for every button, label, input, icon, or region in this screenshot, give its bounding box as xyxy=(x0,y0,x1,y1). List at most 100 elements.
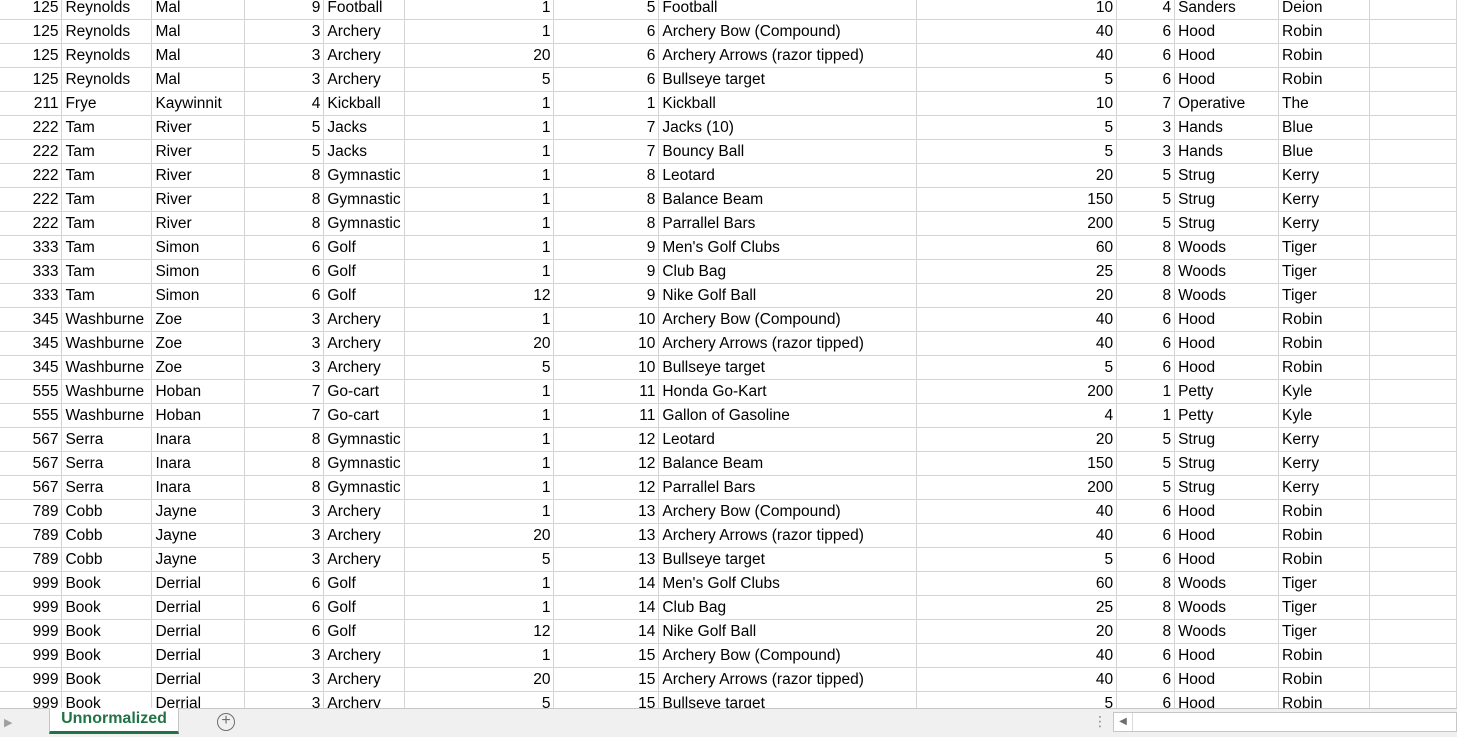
cell-col-coach-last[interactable]: Strug xyxy=(1174,475,1280,500)
cell-col-id[interactable]: 222 xyxy=(0,211,63,236)
cell-col-last-name[interactable]: Reynolds xyxy=(61,0,153,20)
cell-col-first-name[interactable]: Inara xyxy=(151,427,246,452)
cell-col-last-name[interactable]: Tam xyxy=(61,139,153,164)
cell-col-sport[interactable]: Kickball xyxy=(323,91,405,116)
cell-col-id[interactable]: 999 xyxy=(0,571,63,596)
cell-col-sport-id[interactable]: 3 xyxy=(244,67,325,92)
cell-col-coach-first[interactable]: Robin xyxy=(1278,43,1370,68)
cell-col-sport-id[interactable]: 8 xyxy=(244,163,325,188)
cell-col-item[interactable]: Archery Bow (Compound) xyxy=(658,19,918,44)
cell-col-first-name[interactable]: Derrial xyxy=(151,595,246,620)
cell-empty[interactable] xyxy=(1369,235,1457,260)
cell-col-coach-last[interactable]: Hood xyxy=(1174,331,1280,356)
cell-col-coach-last[interactable]: Hood xyxy=(1174,307,1280,332)
cell-col-price[interactable]: 5 xyxy=(916,547,1118,572)
cell-col-qty[interactable]: 1 xyxy=(404,91,555,116)
cell-col-price[interactable]: 60 xyxy=(916,235,1118,260)
cell-col-sport-id[interactable]: 6 xyxy=(244,619,325,644)
cell-col-coach-last[interactable]: Woods xyxy=(1174,259,1280,284)
sheet-tab-unnormalized[interactable]: Unnormalized xyxy=(49,708,179,734)
cell-col-order-id[interactable]: 10 xyxy=(553,331,660,356)
cell-col-sport[interactable]: Jacks xyxy=(323,139,405,164)
cell-col-price[interactable]: 150 xyxy=(916,187,1118,212)
cell-col-order-id[interactable]: 13 xyxy=(553,523,660,548)
cell-col-coach-last[interactable]: Strug xyxy=(1174,187,1280,212)
cell-col-qty[interactable]: 1 xyxy=(404,451,555,476)
cell-col-last-name[interactable]: Cobb xyxy=(61,523,153,548)
cell-col-sport[interactable]: Gymnastic xyxy=(323,475,405,500)
cell-empty[interactable] xyxy=(1369,43,1457,68)
cell-col-price[interactable]: 20 xyxy=(916,283,1118,308)
cell-col-order-id[interactable]: 8 xyxy=(553,187,660,212)
cell-col-id[interactable]: 222 xyxy=(0,139,63,164)
cell-col-price[interactable]: 20 xyxy=(916,427,1118,452)
cell-col-qty[interactable]: 1 xyxy=(404,235,555,260)
cell-empty[interactable] xyxy=(1369,187,1457,212)
cell-col-price[interactable]: 20 xyxy=(916,163,1118,188)
cell-col-coach-first[interactable]: Tiger xyxy=(1278,283,1370,308)
cell-col-price[interactable]: 25 xyxy=(916,595,1118,620)
cell-col-first-name[interactable]: Mal xyxy=(151,0,246,20)
cell-col-sport-id[interactable]: 3 xyxy=(244,307,325,332)
cell-empty[interactable] xyxy=(1369,643,1457,668)
cell-col-item[interactable]: Archery Arrows (razor tipped) xyxy=(658,331,918,356)
cell-col-order-id[interactable]: 6 xyxy=(553,43,660,68)
cell-col-first-name[interactable]: Jayne xyxy=(151,499,246,524)
cell-col-price[interactable]: 40 xyxy=(916,667,1118,692)
cell-col-coach-id[interactable]: 6 xyxy=(1116,499,1176,524)
cell-empty[interactable] xyxy=(1369,619,1457,644)
cell-col-last-name[interactable]: Frye xyxy=(61,91,153,116)
cell-col-coach-first[interactable]: Robin xyxy=(1278,523,1370,548)
cell-col-coach-last[interactable]: Hood xyxy=(1174,547,1280,572)
cell-col-qty[interactable]: 1 xyxy=(404,187,555,212)
cell-col-first-name[interactable]: Kaywinnit xyxy=(151,91,246,116)
cell-col-last-name[interactable]: Tam xyxy=(61,115,153,140)
cell-col-coach-id[interactable]: 5 xyxy=(1116,187,1176,212)
cell-col-coach-last[interactable]: Hood xyxy=(1174,19,1280,44)
cell-col-id[interactable]: 222 xyxy=(0,115,63,140)
cell-col-id[interactable]: 345 xyxy=(0,355,63,380)
cell-col-coach-first[interactable]: Tiger xyxy=(1278,235,1370,260)
cell-col-last-name[interactable]: Book xyxy=(61,571,153,596)
cell-col-qty[interactable]: 12 xyxy=(404,283,555,308)
cell-col-price[interactable]: 60 xyxy=(916,571,1118,596)
cell-col-item[interactable]: Bullseye target xyxy=(658,355,918,380)
cell-col-coach-last[interactable]: Woods xyxy=(1174,595,1280,620)
cell-col-last-name[interactable]: Book xyxy=(61,667,153,692)
cell-col-last-name[interactable]: Tam xyxy=(61,259,153,284)
cell-col-last-name[interactable]: Cobb xyxy=(61,499,153,524)
cell-col-price[interactable]: 200 xyxy=(916,211,1118,236)
cell-col-coach-id[interactable]: 7 xyxy=(1116,91,1176,116)
cell-col-id[interactable]: 999 xyxy=(0,595,63,620)
cell-col-coach-last[interactable]: Hood xyxy=(1174,355,1280,380)
cell-col-qty[interactable]: 1 xyxy=(404,19,555,44)
cell-col-order-id[interactable]: 10 xyxy=(553,307,660,332)
cell-col-order-id[interactable]: 13 xyxy=(553,547,660,572)
cell-col-id[interactable]: 567 xyxy=(0,427,63,452)
cell-col-price[interactable]: 5 xyxy=(916,67,1118,92)
cell-col-id[interactable]: 211 xyxy=(0,91,63,116)
cell-col-coach-first[interactable]: Tiger xyxy=(1278,259,1370,284)
cell-col-last-name[interactable]: Book xyxy=(61,595,153,620)
cell-col-qty[interactable]: 20 xyxy=(404,43,555,68)
cell-col-order-id[interactable]: 5 xyxy=(553,0,660,20)
cell-col-id[interactable]: 125 xyxy=(0,43,63,68)
cell-col-price[interactable]: 40 xyxy=(916,307,1118,332)
cell-empty[interactable] xyxy=(1369,691,1457,708)
cell-col-first-name[interactable]: River xyxy=(151,187,246,212)
caret-right-icon[interactable]: ▶ xyxy=(4,716,12,729)
cell-col-item[interactable]: Men's Golf Clubs xyxy=(658,571,918,596)
cell-col-coach-last[interactable]: Hood xyxy=(1174,643,1280,668)
cell-col-coach-last[interactable]: Hood xyxy=(1174,499,1280,524)
cell-col-coach-first[interactable]: Robin xyxy=(1278,307,1370,332)
cell-col-item[interactable]: Men's Golf Clubs xyxy=(658,235,918,260)
cell-col-id[interactable]: 999 xyxy=(0,643,63,668)
cell-col-sport[interactable]: Jacks xyxy=(323,115,405,140)
cell-col-order-id[interactable]: 15 xyxy=(553,643,660,668)
cell-col-qty[interactable]: 5 xyxy=(404,355,555,380)
cell-col-last-name[interactable]: Serra xyxy=(61,475,153,500)
cell-col-coach-first[interactable]: Kerry xyxy=(1278,163,1370,188)
cell-col-coach-last[interactable]: Hands xyxy=(1174,139,1280,164)
cell-col-last-name[interactable]: Book xyxy=(61,643,153,668)
cell-empty[interactable] xyxy=(1369,331,1457,356)
